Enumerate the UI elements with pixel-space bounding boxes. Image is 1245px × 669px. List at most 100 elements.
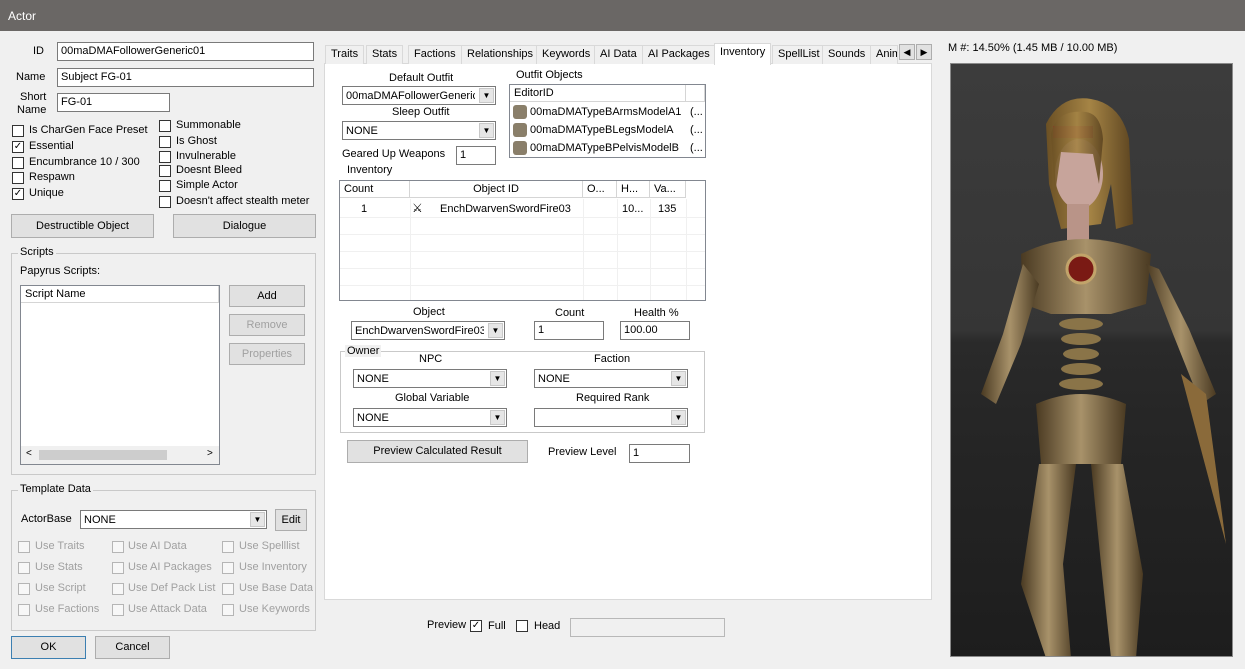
- unique-checkbox[interactable]: ✓: [12, 188, 24, 200]
- actorbase-dropdown[interactable]: NONE ▼: [80, 510, 267, 529]
- row-object-id: EnchDwarvenSwordFire03: [440, 203, 571, 215]
- chargen-face-preset-checkbox[interactable]: [12, 125, 24, 137]
- editorid-column-header[interactable]: EditorID: [510, 85, 686, 102]
- use-script-checkbox[interactable]: [18, 583, 30, 595]
- tab-inventory[interactable]: Inventory: [714, 43, 772, 65]
- sleep-outfit-label: Sleep Outfit: [392, 106, 450, 118]
- template-edit-button[interactable]: Edit: [275, 509, 307, 531]
- chevron-down-icon[interactable]: ▼: [479, 123, 494, 138]
- default-outfit-dropdown[interactable]: 00maDMAFollowerGenericC ▼: [342, 86, 496, 105]
- tab-stats[interactable]: Stats: [366, 45, 404, 64]
- preview-head-checkbox[interactable]: [516, 620, 528, 632]
- tab-relationships[interactable]: Relationships: [461, 45, 540, 64]
- destructible-object-button[interactable]: Destructible Object: [11, 214, 154, 238]
- outfit-item[interactable]: 00maDMATypeBArmsModelA1 (...: [510, 104, 705, 121]
- tab-factions[interactable]: Factions: [408, 45, 462, 64]
- outfit-item[interactable]: 00maDMATypeBPelvisModelB (...: [510, 140, 705, 157]
- tab-anim[interactable]: Anim: [870, 45, 898, 64]
- essential-checkbox[interactable]: ✓: [12, 141, 24, 153]
- object-dropdown[interactable]: EnchDwarvenSwordFire03 ▼: [351, 321, 505, 340]
- use-script-label: Use Script: [35, 582, 86, 594]
- count-column-header[interactable]: Count: [340, 181, 410, 198]
- inventory-label: Inventory: [347, 164, 393, 176]
- invulnerable-checkbox[interactable]: [159, 151, 171, 163]
- health-column-header[interactable]: H...: [617, 181, 650, 198]
- encumbrance-checkbox[interactable]: [12, 157, 24, 169]
- chevron-down-icon[interactable]: ▼: [490, 371, 505, 386]
- outfit-objects-label: Outfit Objects: [516, 69, 583, 81]
- scrollbar-thumb[interactable]: [39, 450, 167, 460]
- add-script-button[interactable]: Add: [229, 285, 305, 307]
- scroll-right-icon[interactable]: >: [207, 448, 213, 459]
- is-ghost-checkbox[interactable]: [159, 136, 171, 148]
- script-name-column-header[interactable]: Script Name: [21, 286, 219, 303]
- required-rank-dropdown[interactable]: ▼: [534, 408, 688, 427]
- respawn-checkbox[interactable]: [12, 172, 24, 184]
- use-ai-packages-checkbox[interactable]: [112, 562, 124, 574]
- chevron-down-icon[interactable]: ▼: [488, 323, 503, 338]
- tab-traits[interactable]: Traits: [325, 45, 365, 64]
- use-keywords-checkbox[interactable]: [222, 604, 234, 616]
- remove-script-button[interactable]: Remove: [229, 314, 305, 336]
- global-variable-dropdown[interactable]: NONE ▼: [353, 408, 507, 427]
- preview-full-checkbox[interactable]: ✓: [470, 620, 482, 632]
- summonable-checkbox[interactable]: [159, 120, 171, 132]
- tab-keywords[interactable]: Keywords: [536, 45, 597, 64]
- use-traits-checkbox[interactable]: [18, 541, 30, 553]
- tab-spelllist[interactable]: SpellList: [772, 45, 826, 64]
- sleep-outfit-dropdown[interactable]: NONE ▼: [342, 121, 496, 140]
- use-base-data-checkbox[interactable]: [222, 583, 234, 595]
- use-ai-data-checkbox[interactable]: [112, 541, 124, 553]
- actor-model-render: [981, 98, 1226, 656]
- name-field[interactable]: Subject FG-01: [57, 68, 314, 87]
- tab-ai-packages[interactable]: AI Packages: [642, 45, 716, 64]
- cancel-button[interactable]: Cancel: [95, 636, 170, 659]
- dialogue-button[interactable]: Dialogue: [173, 214, 316, 238]
- inventory-list[interactable]: Count Object ID O... H... Va... 1 ⚔ Ench…: [339, 180, 706, 301]
- npc-dropdown[interactable]: NONE ▼: [353, 369, 507, 388]
- chevron-down-icon[interactable]: ▼: [250, 512, 265, 527]
- script-properties-button[interactable]: Properties: [229, 343, 305, 365]
- value-column-header[interactable]: Va...: [650, 181, 686, 198]
- scripts-horizontal-scrollbar[interactable]: < >: [21, 446, 219, 464]
- tab-strip: Traits Stats Factions Relationships Keyw…: [325, 43, 932, 65]
- tab-ai-data[interactable]: AI Data: [594, 45, 643, 64]
- use-attack-data-checkbox[interactable]: [112, 604, 124, 616]
- use-inventory-checkbox[interactable]: [222, 562, 234, 574]
- simple-actor-checkbox[interactable]: [159, 180, 171, 192]
- table-row[interactable]: 1 ⚔ EnchDwarvenSwordFire03 10... 135: [340, 200, 705, 217]
- 3d-preview-viewport[interactable]: [950, 63, 1233, 657]
- ok-button[interactable]: OK: [11, 636, 86, 659]
- chevron-down-icon[interactable]: ▼: [490, 410, 505, 425]
- use-ai-data-label: Use AI Data: [128, 540, 187, 552]
- health-field[interactable]: 100.00: [620, 321, 690, 340]
- scroll-left-icon[interactable]: <: [26, 448, 32, 459]
- doesnt-bleed-checkbox[interactable]: [159, 165, 171, 177]
- object-id-column-header[interactable]: Object ID: [410, 181, 583, 198]
- owner-column-header[interactable]: O...: [583, 181, 617, 198]
- tab-scroll-left-icon[interactable]: ◀: [899, 44, 915, 60]
- chevron-down-icon[interactable]: ▼: [671, 410, 686, 425]
- tab-scroll-right-icon[interactable]: ▶: [916, 44, 932, 60]
- stealth-meter-checkbox[interactable]: [159, 196, 171, 208]
- use-stats-checkbox[interactable]: [18, 562, 30, 574]
- chevron-down-icon[interactable]: ▼: [671, 371, 686, 386]
- faction-dropdown[interactable]: NONE ▼: [534, 369, 688, 388]
- id-field[interactable]: 00maDMAFollowerGeneric01: [57, 42, 314, 61]
- tab-sounds[interactable]: Sounds: [822, 45, 872, 64]
- use-spelllist-checkbox[interactable]: [222, 541, 234, 553]
- count-field[interactable]: 1: [534, 321, 604, 340]
- short-name-field[interactable]: FG-01: [57, 93, 170, 112]
- scripts-list[interactable]: Script Name < >: [20, 285, 220, 465]
- outfit-extra-column-header[interactable]: [686, 85, 705, 102]
- window-title: Actor: [8, 9, 37, 23]
- outfit-objects-list[interactable]: EditorID 00maDMATypeBArmsModelA1 (... 00…: [509, 84, 706, 158]
- chevron-down-icon[interactable]: ▼: [479, 88, 494, 103]
- preview-calculated-result-button[interactable]: Preview Calculated Result: [347, 440, 528, 463]
- use-factions-checkbox[interactable]: [18, 604, 30, 616]
- preview-level-field[interactable]: 1: [629, 444, 690, 463]
- use-def-pack-list-checkbox[interactable]: [112, 583, 124, 595]
- outfit-item[interactable]: 00maDMATypeBLegsModelA (...: [510, 122, 705, 139]
- use-ai-packages-label: Use AI Packages: [128, 561, 212, 573]
- geared-up-weapons-field[interactable]: 1: [456, 146, 496, 165]
